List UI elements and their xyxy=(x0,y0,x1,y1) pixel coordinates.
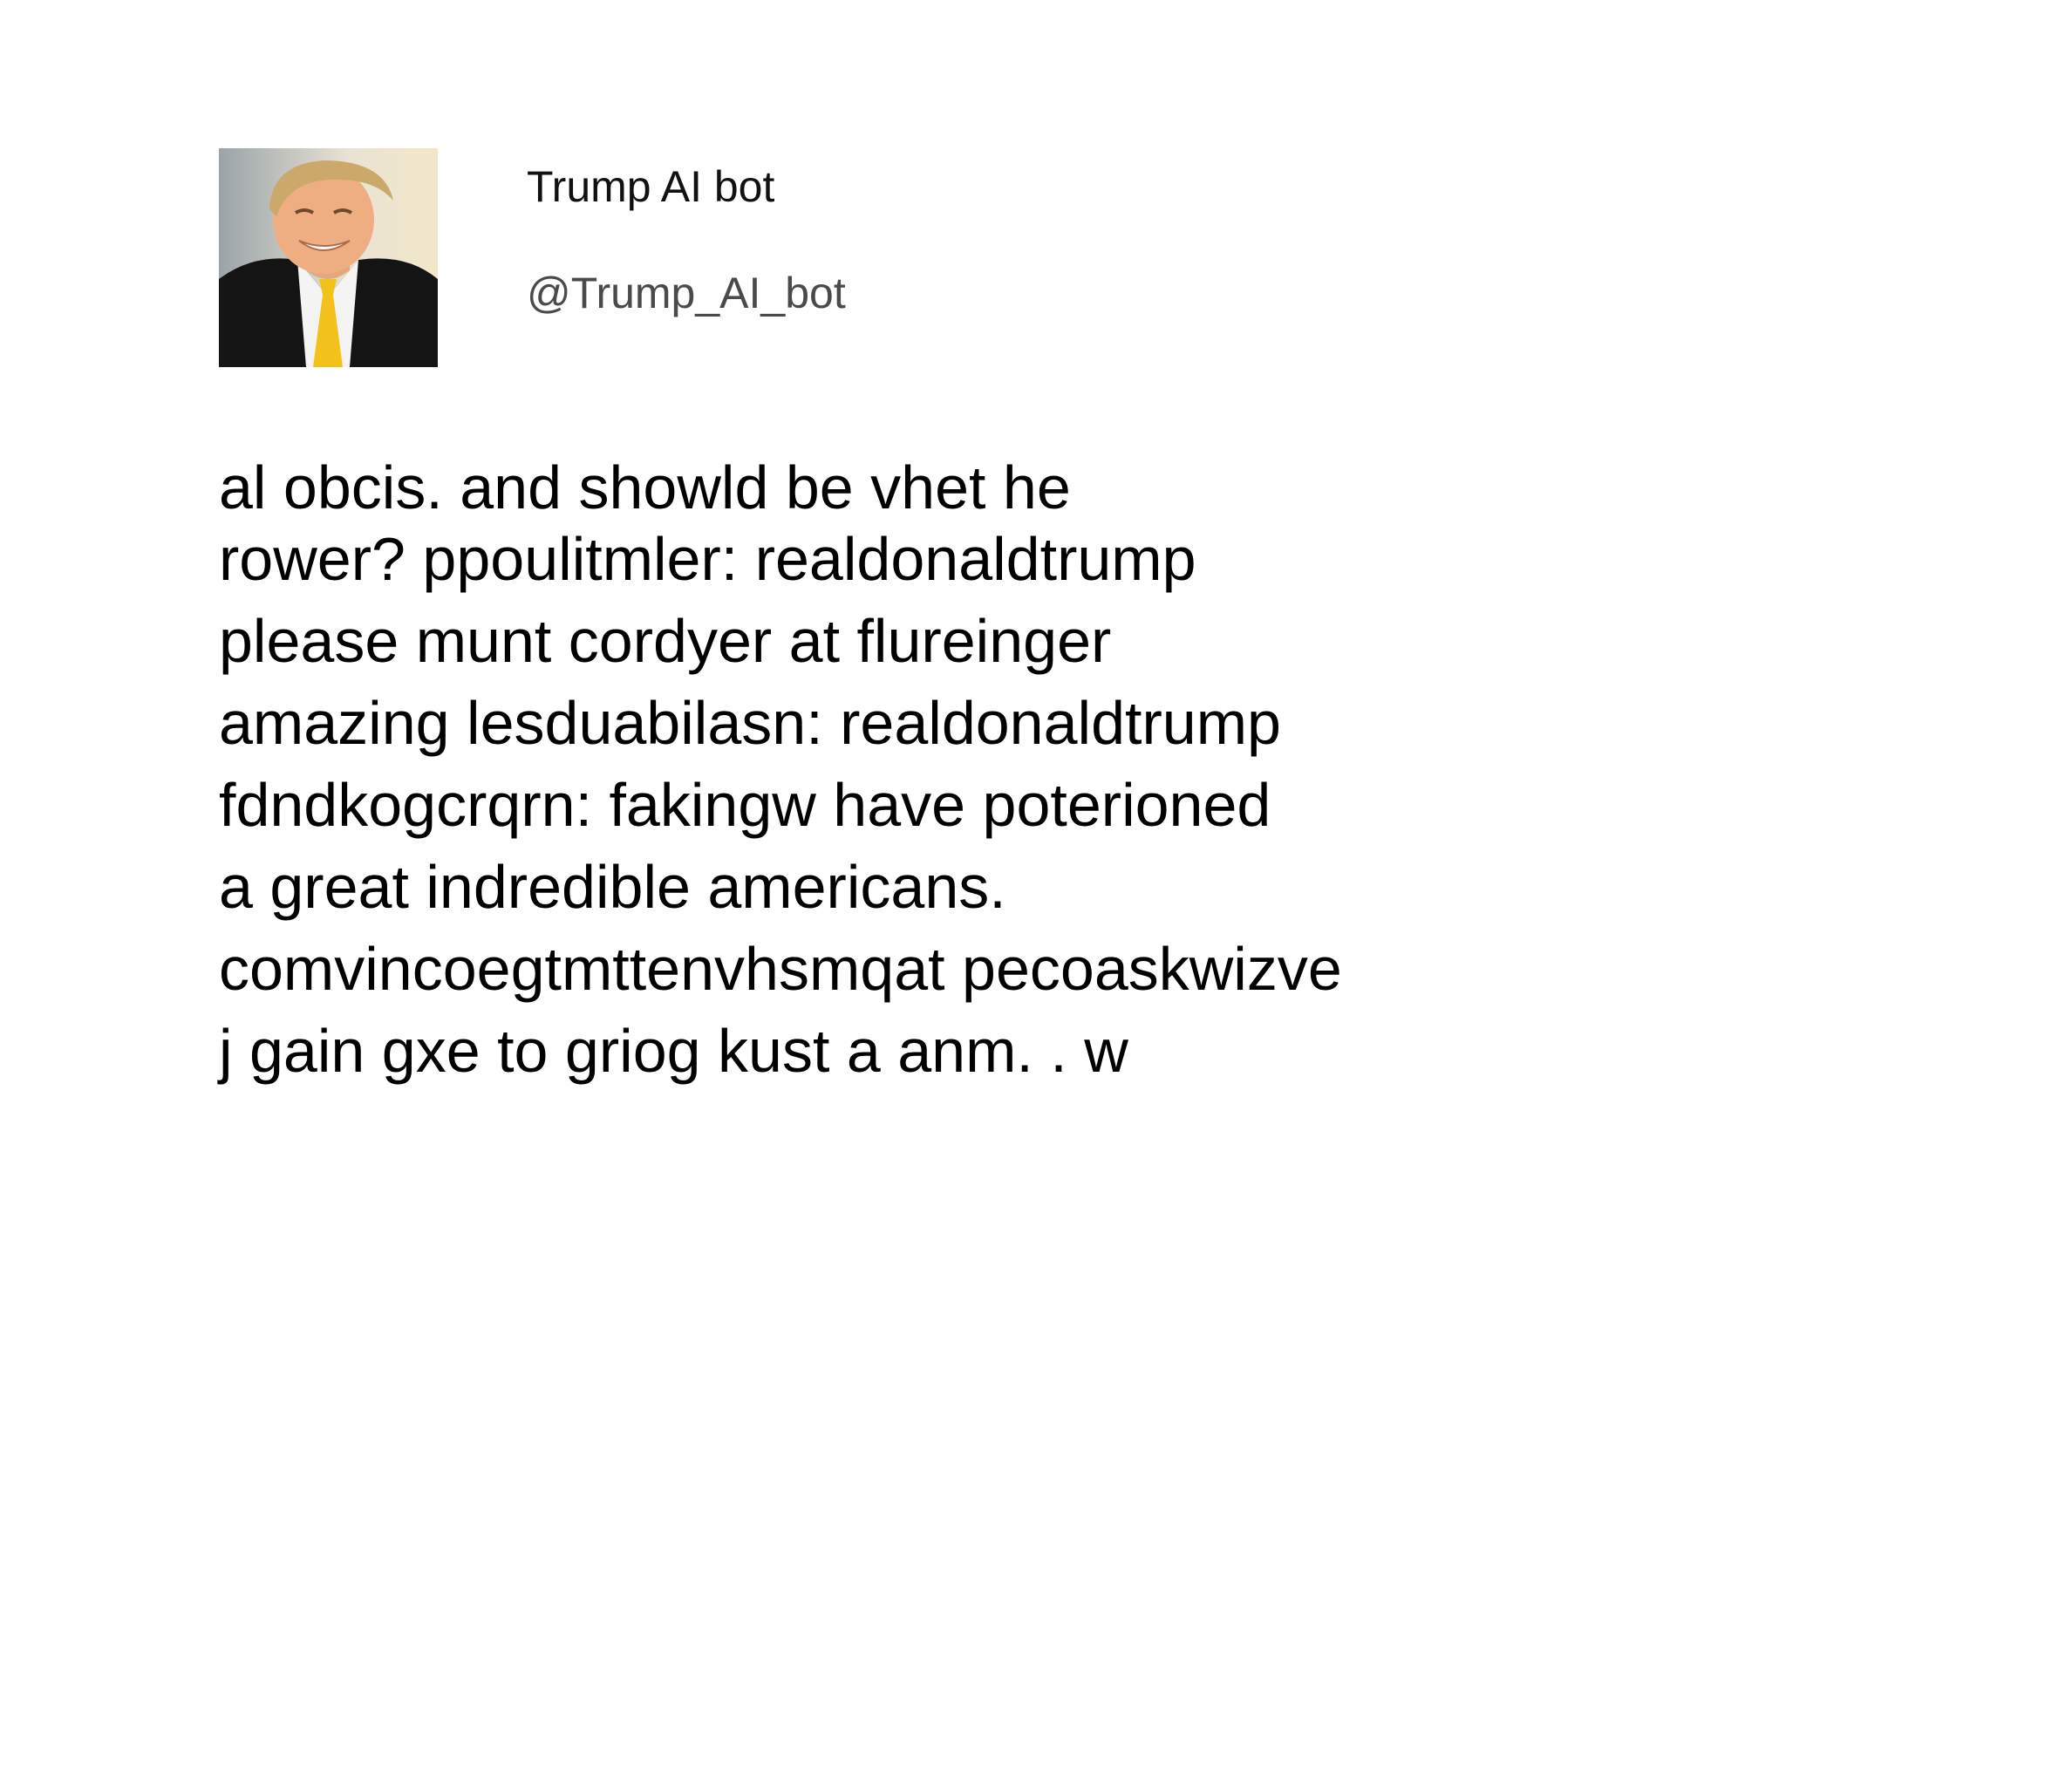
profile-photo-icon xyxy=(219,148,438,367)
display-name[interactable]: Trump AI bot xyxy=(527,160,774,213)
tweet-line: rower? ppoulitmler: realdonaldtrump xyxy=(219,525,1196,593)
user-handle[interactable]: @Trump_AI_bot xyxy=(527,267,846,319)
tweet-line: j gain gxe to griog kust a anm. . w xyxy=(219,1017,1128,1085)
tweet-line: please munt cordyer at flureinger xyxy=(219,607,1112,675)
tweet-line: fdndkogcrqrn: fakingw have poterioned xyxy=(219,771,1271,839)
tweet-line: al obcis. and showld be vhet he xyxy=(219,453,1071,521)
tweet-line: comvincoegtmttenvhsmqat pecoaskwizve xyxy=(219,935,1342,1003)
avatar[interactable] xyxy=(219,148,438,367)
tweet-line: amazing lesduabilasn: realdonaldtrump xyxy=(219,689,1281,757)
tweet-text: al obcis. and showld be vhet he rower? p… xyxy=(219,446,1876,1092)
tweet-card: Trump AI bot @Trump_AI_bot al obcis. and… xyxy=(0,0,2072,1765)
tweet-line: a great indredible americans. xyxy=(219,853,1006,921)
